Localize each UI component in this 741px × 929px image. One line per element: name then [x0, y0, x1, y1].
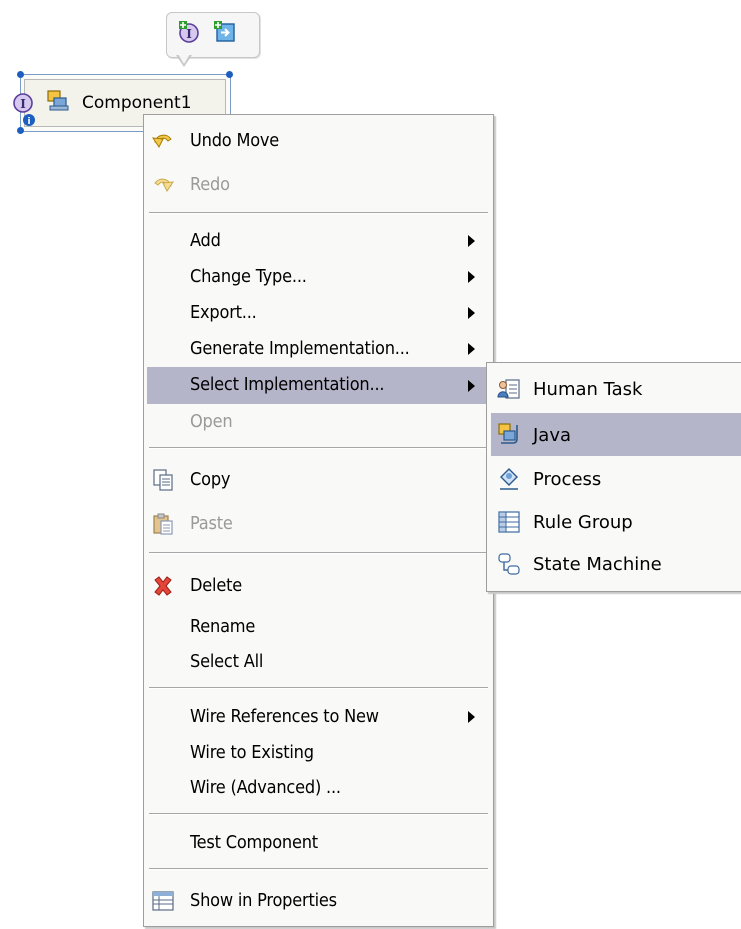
submenu-arrow-icon	[468, 343, 475, 355]
svg-text:i: i	[27, 117, 30, 127]
menu-separator	[149, 552, 488, 554]
menu-separator	[149, 868, 488, 870]
svg-text:I: I	[186, 27, 192, 41]
menu-item-rename[interactable]: Rename	[144, 610, 493, 644]
resize-handle[interactable]	[17, 71, 24, 78]
menu-item-open[interactable]: Open	[144, 405, 493, 439]
menu-item-test-component[interactable]: Test Component	[144, 826, 493, 860]
copy-icon	[151, 468, 175, 492]
menu-item-paste[interactable]: Paste	[144, 507, 493, 541]
menu-item-add[interactable]: Add	[144, 224, 493, 258]
menu-item-delete[interactable]: Delete	[144, 569, 493, 603]
menu-item-generate-implementation[interactable]: Generate Implementation...	[144, 332, 493, 366]
java-component-icon	[46, 89, 72, 113]
submenu-arrow-icon	[468, 271, 475, 283]
add-reference-icon[interactable]	[214, 21, 236, 43]
submenu-item-human-task[interactable]: Human Task	[491, 369, 741, 409]
submenu-arrow-icon	[468, 307, 475, 319]
menu-separator	[149, 212, 488, 214]
menu-item-copy[interactable]: Copy	[144, 463, 493, 497]
menu-item-wire-advanced[interactable]: Wire (Advanced) ...	[144, 771, 493, 805]
rule-group-icon	[497, 510, 521, 534]
menu-item-show-in-properties[interactable]: Show in Properties	[144, 884, 493, 918]
undo-icon	[151, 129, 175, 153]
state-machine-icon	[497, 552, 521, 576]
menu-separator	[149, 447, 488, 449]
paste-icon	[151, 512, 175, 536]
submenu-arrow-icon	[468, 235, 475, 247]
resize-handle[interactable]	[226, 71, 233, 78]
menu-item-select-all[interactable]: Select All	[144, 645, 493, 679]
submenu-item-process[interactable]: Process	[491, 459, 741, 499]
submenu-arrow-icon	[468, 711, 475, 723]
resize-handle[interactable]	[17, 127, 24, 134]
menu-separator	[149, 687, 488, 689]
svg-text:I: I	[20, 97, 26, 111]
menu-item-select-implementation[interactable]: Select Implementation...	[147, 367, 490, 404]
select-implementation-submenu: Human Task Java Process Rule Group State…	[486, 362, 741, 592]
menu-item-wire-references-to-new[interactable]: Wire References to New	[144, 700, 493, 734]
process-icon	[497, 467, 521, 491]
human-task-icon	[497, 377, 521, 401]
menu-item-undo-move[interactable]: Undo Move	[144, 124, 493, 158]
menu-item-redo[interactable]: Redo	[144, 168, 493, 202]
properties-icon	[151, 889, 175, 913]
menu-item-change-type[interactable]: Change Type...	[144, 260, 493, 294]
menu-item-export[interactable]: Export...	[144, 296, 493, 330]
submenu-item-state-machine[interactable]: State Machine	[491, 544, 741, 584]
submenu-arrow-icon	[468, 380, 475, 392]
delete-icon	[151, 574, 175, 598]
java-icon	[497, 422, 521, 446]
submenu-item-java[interactable]: Java	[491, 413, 741, 456]
redo-icon	[151, 173, 175, 197]
context-menu: Undo Move Redo Add Change Type... Export…	[143, 114, 494, 927]
add-interface-icon[interactable]: I	[178, 21, 200, 43]
info-badge-icon: i	[22, 111, 36, 127]
menu-separator	[149, 813, 488, 815]
menu-item-wire-to-existing[interactable]: Wire to Existing	[144, 736, 493, 770]
component-label[interactable]: Component1	[82, 93, 192, 113]
submenu-item-rule-group[interactable]: Rule Group	[491, 502, 741, 542]
